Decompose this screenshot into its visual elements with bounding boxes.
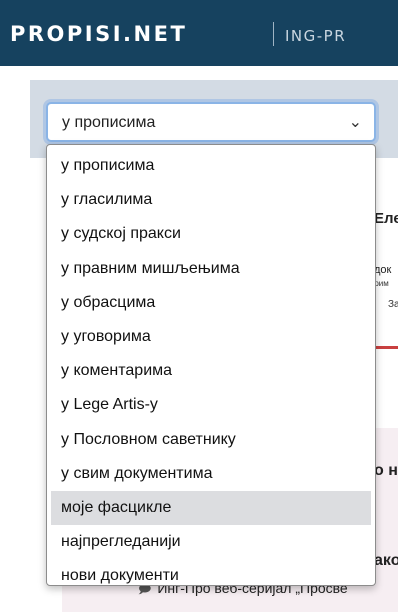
dropdown-option[interactable]: у прописима	[51, 149, 371, 183]
news-card-title: Еле	[374, 210, 398, 227]
dropdown-option[interactable]: у коментарима	[51, 354, 371, 388]
news-card-text: док	[374, 264, 392, 276]
site-header: PROPISI.NET ING-PR	[0, 0, 398, 66]
search-scope-select[interactable]: у прописима ⌄	[46, 102, 376, 142]
dropdown-option[interactable]: моје фасцикле	[51, 490, 371, 526]
dropdown-option[interactable]: у правним мишљењима	[51, 252, 371, 286]
dropdown-option[interactable]: у гласилима	[51, 183, 371, 217]
section-heading: о н	[374, 462, 398, 479]
dropdown-option[interactable]: у обрасцима	[51, 286, 371, 320]
logo-divider	[273, 22, 274, 46]
dropdown-option[interactable]: нови документи	[51, 559, 371, 593]
site-logo[interactable]: PROPISI.NET	[10, 22, 187, 46]
dropdown-option[interactable]: најпрегледанији	[51, 525, 371, 559]
section-heading-secondary: ако	[374, 552, 398, 569]
news-card-text-footer: За	[388, 299, 398, 310]
search-scope-value: у прописима	[62, 114, 156, 131]
chevron-down-icon: ⌄	[348, 112, 362, 131]
dropdown-option[interactable]: у Пословном саветнику	[51, 423, 371, 457]
dropdown-option[interactable]: у судској пракси	[51, 217, 371, 251]
site-logo-subtext[interactable]: ING-PR	[285, 27, 346, 45]
dropdown-option[interactable]: у уговорима	[51, 320, 371, 354]
dropdown-option[interactable]: у свим документима	[51, 457, 371, 491]
dropdown-option[interactable]: у Lege Artis-у	[51, 388, 371, 422]
search-scope-dropdown: у прописима у гласилима у судској пракси у …	[46, 144, 376, 586]
